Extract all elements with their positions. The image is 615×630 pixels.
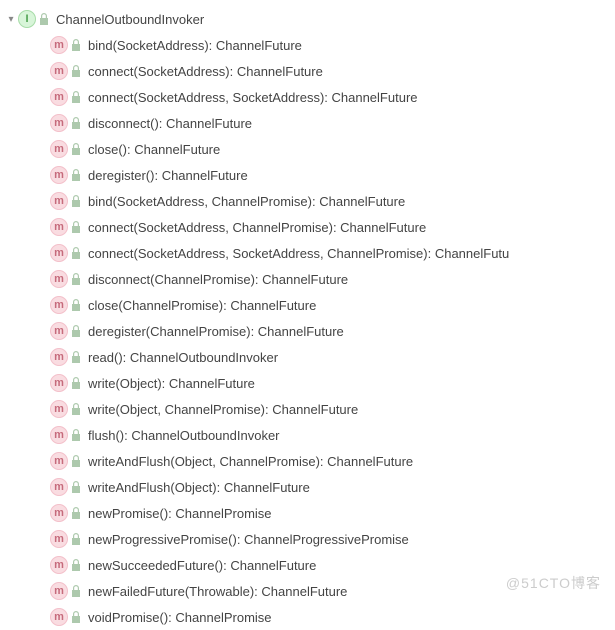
method-icon: m [50, 322, 68, 340]
method-signature: connect(SocketAddress): ChannelFuture [88, 64, 323, 79]
method-signature: writeAndFlush(Object): ChannelFuture [88, 480, 310, 495]
method-row[interactable]: m connect(SocketAddress, ChannelPromise):… [4, 214, 615, 240]
lock-icon [70, 38, 82, 52]
method-row[interactable]: m bind(SocketAddress, ChannelPromise): Ch… [4, 188, 615, 214]
method-row[interactable]: m writeAndFlush(Object): ChannelFuture [4, 474, 615, 500]
method-signature: connect(SocketAddress, SocketAddress, Ch… [88, 246, 509, 261]
method-icon: m [50, 374, 68, 392]
class-name: ChannelOutboundInvoker [56, 12, 204, 27]
method-signature: newProgressivePromise(): ChannelProgress… [88, 532, 409, 547]
method-signature: bind(SocketAddress): ChannelFuture [88, 38, 302, 53]
method-row[interactable]: m close(): ChannelFuture [4, 136, 615, 162]
method-signature: read(): ChannelOutboundInvoker [88, 350, 278, 365]
method-row[interactable]: m voidPromise(): ChannelPromise [4, 604, 615, 630]
lock-icon [70, 506, 82, 520]
method-icon: m [50, 478, 68, 496]
method-row[interactable]: m write(Object, ChannelPromise): ChannelF… [4, 396, 615, 422]
method-row[interactable]: m write(Object): ChannelFuture [4, 370, 615, 396]
method-signature: disconnect(): ChannelFuture [88, 116, 252, 131]
structure-tree: ▾ I ChannelOutboundInvoker m bind(SocketA… [0, 0, 615, 630]
method-list: m bind(SocketAddress): ChannelFuture m conn… [4, 32, 615, 630]
method-icon: m [50, 166, 68, 184]
method-signature: deregister(): ChannelFuture [88, 168, 248, 183]
method-signature: newPromise(): ChannelPromise [88, 506, 272, 521]
method-icon: m [50, 88, 68, 106]
method-row[interactable]: m disconnect(ChannelPromise): ChannelFutu… [4, 266, 615, 292]
lock-icon [70, 116, 82, 130]
method-icon: m [50, 556, 68, 574]
lock-icon [70, 246, 82, 260]
method-row[interactable]: m read(): ChannelOutboundInvoker [4, 344, 615, 370]
method-signature: bind(SocketAddress, ChannelPromise): Cha… [88, 194, 405, 209]
lock-icon [70, 64, 82, 78]
lock-icon [70, 142, 82, 156]
method-row[interactable]: m flush(): ChannelOutboundInvoker [4, 422, 615, 448]
method-icon: m [50, 608, 68, 626]
method-signature: voidPromise(): ChannelPromise [88, 610, 272, 625]
lock-icon [70, 298, 82, 312]
chevron-down-icon[interactable]: ▾ [4, 14, 18, 25]
method-signature: close(): ChannelFuture [88, 142, 220, 157]
method-signature: connect(SocketAddress, ChannelPromise): … [88, 220, 426, 235]
lock-icon [70, 532, 82, 546]
method-signature: flush(): ChannelOutboundInvoker [88, 428, 280, 443]
method-signature: newSucceededFuture(): ChannelFuture [88, 558, 316, 573]
lock-icon [70, 272, 82, 286]
method-row[interactable]: m newProgressivePromise(): ChannelProgres… [4, 526, 615, 552]
method-signature: newFailedFuture(Throwable): ChannelFutur… [88, 584, 347, 599]
method-icon: m [50, 140, 68, 158]
method-row[interactable]: m newPromise(): ChannelPromise [4, 500, 615, 526]
method-icon: m [50, 270, 68, 288]
method-signature: disconnect(ChannelPromise): ChannelFutur… [88, 272, 348, 287]
method-icon: m [50, 426, 68, 444]
lock-icon [70, 610, 82, 624]
method-icon: m [50, 348, 68, 366]
lock-icon [70, 584, 82, 598]
lock-icon [70, 454, 82, 468]
method-row[interactable]: m deregister(): ChannelFuture [4, 162, 615, 188]
method-signature: write(Object): ChannelFuture [88, 376, 255, 391]
method-icon: m [50, 452, 68, 470]
lock-icon [70, 480, 82, 494]
lock-icon [70, 376, 82, 390]
method-icon: m [50, 400, 68, 418]
method-row[interactable]: m connect(SocketAddress, SocketAddress, C… [4, 240, 615, 266]
method-row[interactable]: m disconnect(): ChannelFuture [4, 110, 615, 136]
watermark: @51CTO博客 [506, 573, 601, 593]
method-icon: m [50, 62, 68, 80]
method-row[interactable]: m connect(SocketAddress): ChannelFuture [4, 58, 615, 84]
method-row[interactable]: m deregister(ChannelPromise): ChannelFutu… [4, 318, 615, 344]
method-row[interactable]: m writeAndFlush(Object, ChannelPromise): … [4, 448, 615, 474]
lock-icon [38, 12, 50, 26]
method-row[interactable]: m bind(SocketAddress): ChannelFuture [4, 32, 615, 58]
method-icon: m [50, 296, 68, 314]
method-icon: m [50, 192, 68, 210]
method-row[interactable]: m connect(SocketAddress, SocketAddress): … [4, 84, 615, 110]
method-icon: m [50, 582, 68, 600]
class-row[interactable]: ▾ I ChannelOutboundInvoker [4, 6, 615, 32]
lock-icon [70, 558, 82, 572]
method-icon: m [50, 530, 68, 548]
method-row[interactable]: m close(ChannelPromise): ChannelFuture [4, 292, 615, 318]
lock-icon [70, 90, 82, 104]
method-signature: close(ChannelPromise): ChannelFuture [88, 298, 316, 313]
method-icon: m [50, 244, 68, 262]
lock-icon [70, 324, 82, 338]
lock-icon [70, 428, 82, 442]
lock-icon [70, 350, 82, 364]
method-icon: m [50, 114, 68, 132]
method-icon: m [50, 504, 68, 522]
interface-icon: I [18, 10, 36, 28]
method-signature: writeAndFlush(Object, ChannelPromise): C… [88, 454, 413, 469]
lock-icon [70, 194, 82, 208]
lock-icon [70, 168, 82, 182]
method-icon: m [50, 36, 68, 54]
lock-icon [70, 402, 82, 416]
method-signature: write(Object, ChannelPromise): ChannelFu… [88, 402, 358, 417]
method-signature: deregister(ChannelPromise): ChannelFutur… [88, 324, 344, 339]
lock-icon [70, 220, 82, 234]
method-signature: connect(SocketAddress, SocketAddress): C… [88, 90, 418, 105]
method-icon: m [50, 218, 68, 236]
